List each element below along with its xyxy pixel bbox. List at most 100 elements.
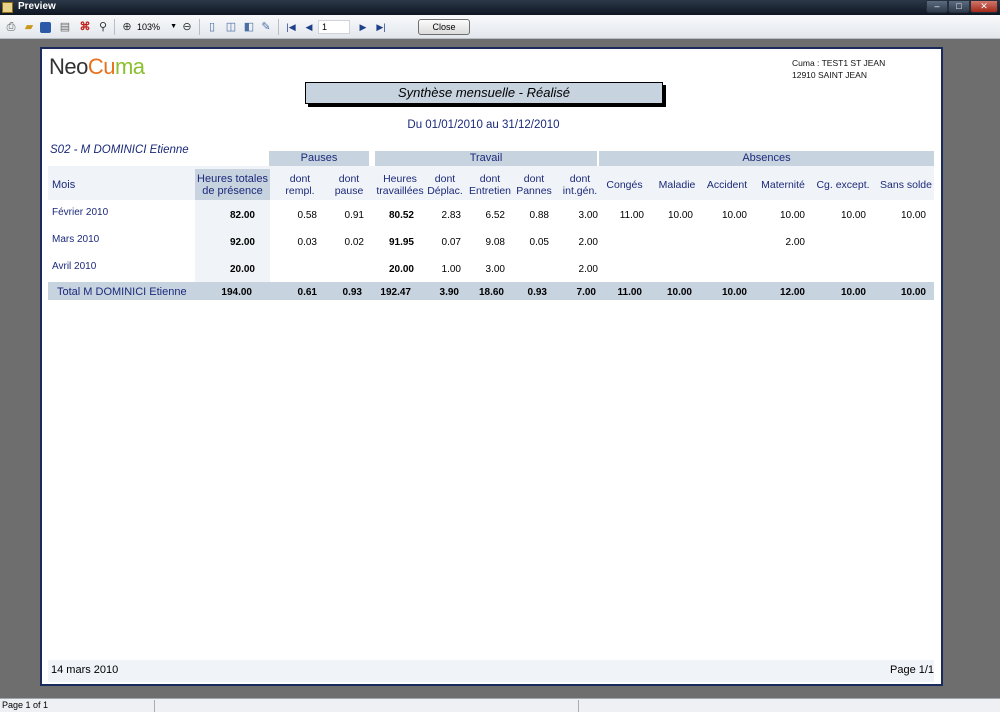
cell-pause: 0.91 — [344, 210, 364, 221]
window-title-bar: Preview – □ ✕ — [0, 0, 1000, 15]
page-number-input[interactable]: 1 — [318, 20, 350, 34]
preview-toolbar: ⎙ ▰ ▤ ⌘ ⚲ ⊕ 103% ▼ ⊖ ▯ ◫ ◧ ✎ |◀ ◀ 1 ▶ ▶|… — [0, 15, 1000, 39]
single-page-icon[interactable]: ▯ — [205, 20, 219, 34]
group-travail: Travail — [375, 151, 597, 166]
company-line-2: 12910 SAINT JEAN — [792, 70, 867, 80]
status-page-text: Page 1 of 1 — [2, 700, 49, 710]
total-pause: 0.93 — [342, 287, 362, 298]
chevron-down-icon: ▼ — [170, 23, 177, 30]
footer-date: 14 mars 2010 — [51, 664, 119, 676]
total-maladie: 10.00 — [666, 287, 692, 298]
cell-deplac: 1.00 — [441, 264, 461, 275]
header-mois: Mois — [52, 179, 76, 191]
cell-deplac: 2.83 — [441, 210, 461, 221]
header-dont-deplac: dont Déplac. — [427, 173, 463, 197]
cell-travaillees: 20.00 — [388, 264, 414, 275]
export-icon[interactable]: ▤ — [58, 20, 72, 34]
maximize-button[interactable]: □ — [948, 0, 970, 13]
row-month: Avril 2010 — [52, 261, 97, 272]
page-footer — [48, 660, 934, 682]
zoom-in-icon[interactable]: ⊕ — [120, 20, 134, 34]
cell-entretien: 3.00 — [485, 264, 505, 275]
cell-int-gen: 3.00 — [578, 210, 598, 221]
cell-maladie: 10.00 — [667, 210, 693, 221]
cell-cg-except: 10.00 — [840, 210, 866, 221]
header-heures-travaillees: Heures travaillées — [376, 173, 424, 197]
header-accident: Accident — [706, 179, 748, 191]
total-sans-solde: 10.00 — [900, 287, 926, 298]
cell-conges: 11.00 — [619, 210, 644, 221]
total-maternite: 12.00 — [779, 287, 805, 298]
cell-heures: 92.00 — [229, 237, 255, 248]
group-absences: Absences — [599, 151, 934, 166]
employee-name: S02 - M DOMINICI Etienne — [50, 144, 189, 156]
next-page-icon[interactable]: ▶ — [356, 20, 370, 34]
find-icon[interactable]: ⚲ — [96, 20, 110, 34]
total-conges: 11.00 — [617, 287, 642, 298]
header-dont-entretien: dont Entretien — [468, 173, 512, 197]
two-page-icon[interactable]: ◫ — [224, 20, 238, 34]
zoom-select[interactable]: 103% ▼ — [137, 20, 177, 34]
cell-rempl: 0.03 — [297, 237, 317, 248]
last-page-icon[interactable]: ▶| — [374, 20, 388, 34]
zoom-out-icon[interactable]: ⊖ — [180, 20, 194, 34]
cell-maternite: 2.00 — [785, 237, 805, 248]
cell-pannes: 0.05 — [529, 237, 549, 248]
save-icon[interactable] — [40, 22, 51, 33]
header-dont-int-gen: dont int.gén. — [562, 173, 598, 197]
report-page: NeoCuma Cuma : TEST1 ST JEAN 12910 SAINT… — [40, 47, 943, 686]
cell-heures: 20.00 — [229, 264, 255, 275]
cell-accident: 10.00 — [721, 210, 747, 221]
total-entretien: 18.60 — [478, 287, 504, 298]
header-maladie: Maladie — [658, 179, 696, 191]
edit-icon[interactable]: ✎ — [259, 20, 273, 34]
total-heures: 194.00 — [221, 287, 252, 298]
header-dont-pause: dont pause — [334, 173, 364, 197]
company-info: Cuma : TEST1 ST JEAN 12910 SAINT JEAN — [792, 57, 885, 81]
cell-deplac: 0.07 — [441, 237, 461, 248]
header-heures-totales: Heures totales de présence — [195, 169, 270, 201]
cell-int-gen: 2.00 — [578, 237, 598, 248]
print-icon[interactable]: ⎙ — [4, 20, 18, 34]
cell-int-gen: 2.00 — [578, 264, 598, 275]
header-conges: Congés — [606, 179, 643, 191]
row-month: Mars 2010 — [52, 234, 100, 245]
header-sans-solde: Sans solde — [880, 179, 932, 191]
group-pauses: Pauses — [269, 151, 369, 166]
header-maternite: Maternité — [761, 179, 805, 191]
neocuma-logo: NeoCuma — [49, 54, 145, 79]
cell-entretien: 9.08 — [485, 237, 505, 248]
header-dont-pannes: dont Pannes — [516, 173, 552, 197]
total-cg-except: 10.00 — [840, 287, 866, 298]
minimize-button[interactable]: – — [926, 0, 948, 13]
open-icon[interactable]: ▰ — [22, 20, 36, 34]
header-dont-rempl: dont rempl. — [285, 173, 315, 197]
cell-rempl: 0.58 — [297, 210, 317, 221]
cell-travaillees: 91.95 — [388, 237, 414, 248]
total-int-gen: 7.00 — [576, 287, 596, 298]
cell-entretien: 6.52 — [485, 210, 505, 221]
cell-travaillees: 80.52 — [388, 210, 414, 221]
cell-heures: 82.00 — [229, 210, 255, 221]
cell-sans-solde: 10.00 — [900, 210, 926, 221]
total-pannes: 0.93 — [527, 287, 547, 298]
app-icon — [2, 2, 13, 13]
total-travaillees: 192.47 — [380, 287, 411, 298]
report-title: Synthèse mensuelle - Réalisé — [305, 82, 663, 104]
total-rempl: 0.61 — [297, 287, 317, 298]
total-deplac: 3.90 — [439, 287, 459, 298]
book-icon[interactable]: ◧ — [242, 20, 256, 34]
window-close-button[interactable]: ✕ — [970, 0, 998, 13]
cell-pause: 0.02 — [344, 237, 364, 248]
cell-maternite: 10.00 — [779, 210, 805, 221]
status-bar: Page 1 of 1 — [0, 698, 1000, 712]
pdf-icon[interactable]: ⌘ — [78, 20, 92, 34]
total-accident: 10.00 — [721, 287, 747, 298]
zoom-value: 103% — [137, 22, 161, 32]
row-month: Février 2010 — [52, 207, 109, 218]
total-label: Total M DOMINICI Etienne — [57, 286, 187, 298]
first-page-icon[interactable]: |◀ — [284, 20, 298, 34]
prev-page-icon[interactable]: ◀ — [302, 20, 316, 34]
footer-page-number: Page 1/1 — [890, 664, 935, 676]
close-button[interactable]: Close — [418, 19, 470, 35]
